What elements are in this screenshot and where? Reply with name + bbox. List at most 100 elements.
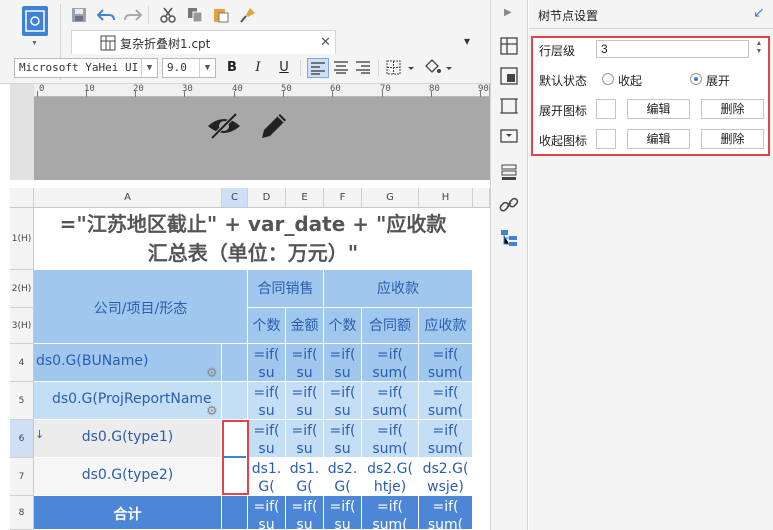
- column-header[interactable]: D: [248, 188, 286, 208]
- expand-icon-preview[interactable]: [596, 99, 616, 119]
- cell-attribute-icon[interactable]: [499, 36, 519, 56]
- formula-cell[interactable]: =if(sum(: [362, 420, 419, 458]
- close-tab-icon[interactable]: ✕: [320, 34, 331, 50]
- format-painter-icon[interactable]: [237, 4, 259, 26]
- bold-button[interactable]: B: [222, 58, 242, 78]
- level-stepper[interactable]: ▲ ▼: [753, 40, 765, 58]
- column-header[interactable]: C: [222, 188, 248, 208]
- row-header[interactable]: 2(H): [10, 270, 34, 308]
- column-header[interactable]: F: [324, 188, 362, 208]
- column-header[interactable]: H: [419, 188, 473, 208]
- align-right-button[interactable]: [353, 58, 373, 78]
- link-icon[interactable]: [499, 195, 519, 215]
- tab-menu-icon[interactable]: ▾: [464, 34, 470, 48]
- expand-icon-edit-button[interactable]: 编辑: [627, 99, 690, 119]
- redo-icon[interactable]: [122, 4, 144, 26]
- hide-eye-icon[interactable]: [206, 110, 242, 145]
- cell-c[interactable]: [222, 496, 248, 530]
- formula-cell[interactable]: =if(su: [324, 382, 362, 420]
- row-header[interactable]: 1(H): [10, 208, 34, 270]
- cell-total[interactable]: 合计: [34, 496, 222, 530]
- formula-cell[interactable]: =if(su: [286, 420, 324, 458]
- cell-proj-report-name[interactable]: ds0.G(ProjReportName ⚙: [34, 382, 222, 420]
- formula-cell[interactable]: =if(sum(: [362, 382, 419, 420]
- save-icon[interactable]: [68, 4, 90, 26]
- undo-icon[interactable]: [95, 4, 117, 26]
- template-dropdown-icon[interactable]: ▼: [31, 40, 38, 47]
- cell-type2[interactable]: ds0.G(type2): [34, 458, 222, 496]
- copy-icon[interactable]: [184, 4, 206, 26]
- row-header[interactable]: 5: [10, 382, 34, 420]
- data-cell[interactable]: ds2.G(htje): [362, 458, 419, 496]
- formula-cell[interactable]: =if(su: [286, 344, 324, 382]
- row-header[interactable]: 4: [10, 344, 34, 382]
- align-center-button[interactable]: [331, 58, 351, 78]
- cut-icon[interactable]: [157, 4, 179, 26]
- formula-cell[interactable]: =if(su: [324, 420, 362, 458]
- column-header[interactable]: A: [34, 188, 222, 208]
- collapse-panel-icon[interactable]: ↙: [753, 4, 765, 21]
- header-sub-cell[interactable]: 个数: [324, 308, 362, 344]
- row-header[interactable]: 8: [10, 496, 34, 530]
- level-input[interactable]: 3: [596, 40, 749, 58]
- italic-button[interactable]: I: [248, 58, 268, 78]
- stepper-down-icon[interactable]: ▼: [753, 48, 765, 56]
- column-header[interactable]: G: [362, 188, 419, 208]
- condition-attribute-icon[interactable]: [499, 162, 519, 182]
- formula-cell[interactable]: =if(su: [324, 496, 362, 530]
- formula-cell[interactable]: =if(sum(: [419, 496, 473, 530]
- header-sub-cell[interactable]: 应收款: [419, 308, 473, 344]
- data-cell[interactable]: ds2.G(wsje): [419, 458, 473, 496]
- tab-file[interactable]: 复杂折叠树1.cpt ✕: [71, 30, 336, 54]
- collapse-arrow-icon[interactable]: ▶: [504, 7, 512, 18]
- data-cell[interactable]: ds1. G(: [248, 458, 286, 496]
- header-sub-cell[interactable]: 金额: [286, 308, 324, 344]
- cell-c[interactable]: [222, 344, 248, 382]
- column-header[interactable]: E: [286, 188, 324, 208]
- formula-cell[interactable]: =if(su: [248, 344, 286, 382]
- underline-button[interactable]: U: [274, 58, 294, 78]
- formula-cell[interactable]: =if(su: [324, 344, 362, 382]
- cell-type1[interactable]: ↓ ds0.G(type1): [34, 420, 222, 458]
- collapse-radio[interactable]: [602, 73, 614, 85]
- cell-style-icon[interactable]: [499, 96, 519, 116]
- title-cell[interactable]: ="江苏地区截止" + var_date + "应收款 汇总表（单位：万元）": [34, 208, 473, 270]
- formula-cell[interactable]: =if(sum(: [419, 344, 473, 382]
- expand-icon-delete-button[interactable]: 删除: [701, 99, 764, 119]
- cell-c[interactable]: [222, 382, 248, 420]
- pencil-icon[interactable]: [258, 110, 290, 145]
- header-sub-cell[interactable]: 个数: [248, 308, 286, 344]
- cell-bu-name[interactable]: ds0.G(BUName) ⚙: [34, 344, 222, 382]
- collapse-icon-edit-button[interactable]: 编辑: [627, 129, 690, 149]
- tree-node-icon[interactable]: [499, 228, 519, 248]
- data-cell[interactable]: ds1. G(: [286, 458, 324, 496]
- widget-icon[interactable]: [499, 126, 519, 146]
- formula-cell[interactable]: =if(su: [286, 496, 324, 530]
- fill-color-button[interactable]: [422, 58, 458, 78]
- formula-cell[interactable]: =if(sum(: [362, 496, 419, 530]
- align-left-button[interactable]: [307, 58, 329, 78]
- header-receivable-cell[interactable]: 应收款: [324, 270, 473, 308]
- formula-cell[interactable]: =if(su: [248, 496, 286, 530]
- row-header[interactable]: 6: [10, 420, 34, 458]
- row-header[interactable]: 3(H): [10, 308, 34, 344]
- collapse-icon-delete-button[interactable]: 删除: [701, 129, 764, 149]
- data-cell[interactable]: ds2. G(: [324, 458, 362, 496]
- formula-cell[interactable]: =if(su: [286, 382, 324, 420]
- formula-cell[interactable]: =if(sum(: [362, 344, 419, 382]
- formula-cell[interactable]: =if(sum(: [419, 382, 473, 420]
- row-header[interactable]: 7: [10, 458, 34, 496]
- formula-cell[interactable]: =if(su: [248, 420, 286, 458]
- header-contract-sales-cell[interactable]: 合同销售: [248, 270, 324, 308]
- paste-icon[interactable]: [210, 4, 232, 26]
- font-size-select[interactable]: 9.0 ▼: [162, 58, 216, 78]
- cell-element-icon[interactable]: [499, 66, 519, 86]
- template-icon[interactable]: [22, 6, 48, 36]
- expand-radio[interactable]: [690, 73, 702, 85]
- grid-corner[interactable]: [10, 188, 34, 208]
- border-button[interactable]: [384, 58, 420, 78]
- formula-cell[interactable]: =if(sum(: [419, 420, 473, 458]
- header-company-cell[interactable]: 公司/项目/形态: [34, 270, 248, 344]
- formula-cell[interactable]: =if(su: [248, 382, 286, 420]
- font-family-select[interactable]: Microsoft YaHei UI ▼: [14, 58, 158, 78]
